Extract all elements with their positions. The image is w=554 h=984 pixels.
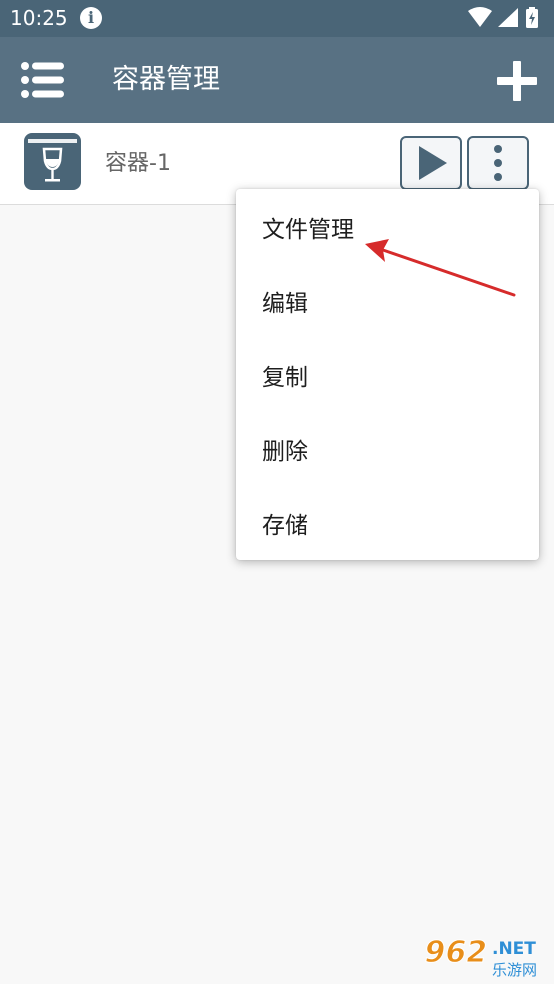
more-vert-icon <box>494 145 502 181</box>
plus-icon[interactable] <box>496 60 538 102</box>
container-name: 容器-1 <box>105 151 171 176</box>
watermark-suffix: .NET <box>492 939 536 959</box>
menu-item-storage[interactable]: 存储 <box>236 489 539 563</box>
more-options-button[interactable] <box>467 136 529 190</box>
wifi-icon <box>468 7 492 27</box>
menu-item-file-manager[interactable]: 文件管理 <box>236 193 539 267</box>
info-icon: i <box>80 7 102 29</box>
container-icon <box>24 133 81 190</box>
battery-icon <box>526 7 538 28</box>
menu-item-copy[interactable]: 复制 <box>236 341 539 415</box>
menu-item-edit[interactable]: 编辑 <box>236 267 539 341</box>
wine-glass-icon <box>28 139 77 182</box>
list-icon[interactable] <box>20 60 66 100</box>
signal-icon <box>498 8 518 27</box>
watermark-logo: 962 .NET 乐游网 <box>421 935 537 979</box>
menu-item-delete[interactable]: 删除 <box>236 415 539 489</box>
status-bar: 10:25 i <box>0 0 554 37</box>
popup-menu: 文件管理 编辑 复制 删除 存储 <box>236 189 539 560</box>
watermark-tagline: 乐游网 <box>492 961 537 979</box>
watermark-number: 962 <box>421 935 490 970</box>
status-icons <box>468 7 538 28</box>
app-bar: 容器管理 <box>0 37 554 123</box>
play-button[interactable] <box>400 136 462 190</box>
page-title: 容器管理 <box>112 64 220 95</box>
status-time: 10:25 <box>10 6 68 30</box>
play-icon <box>419 146 447 180</box>
